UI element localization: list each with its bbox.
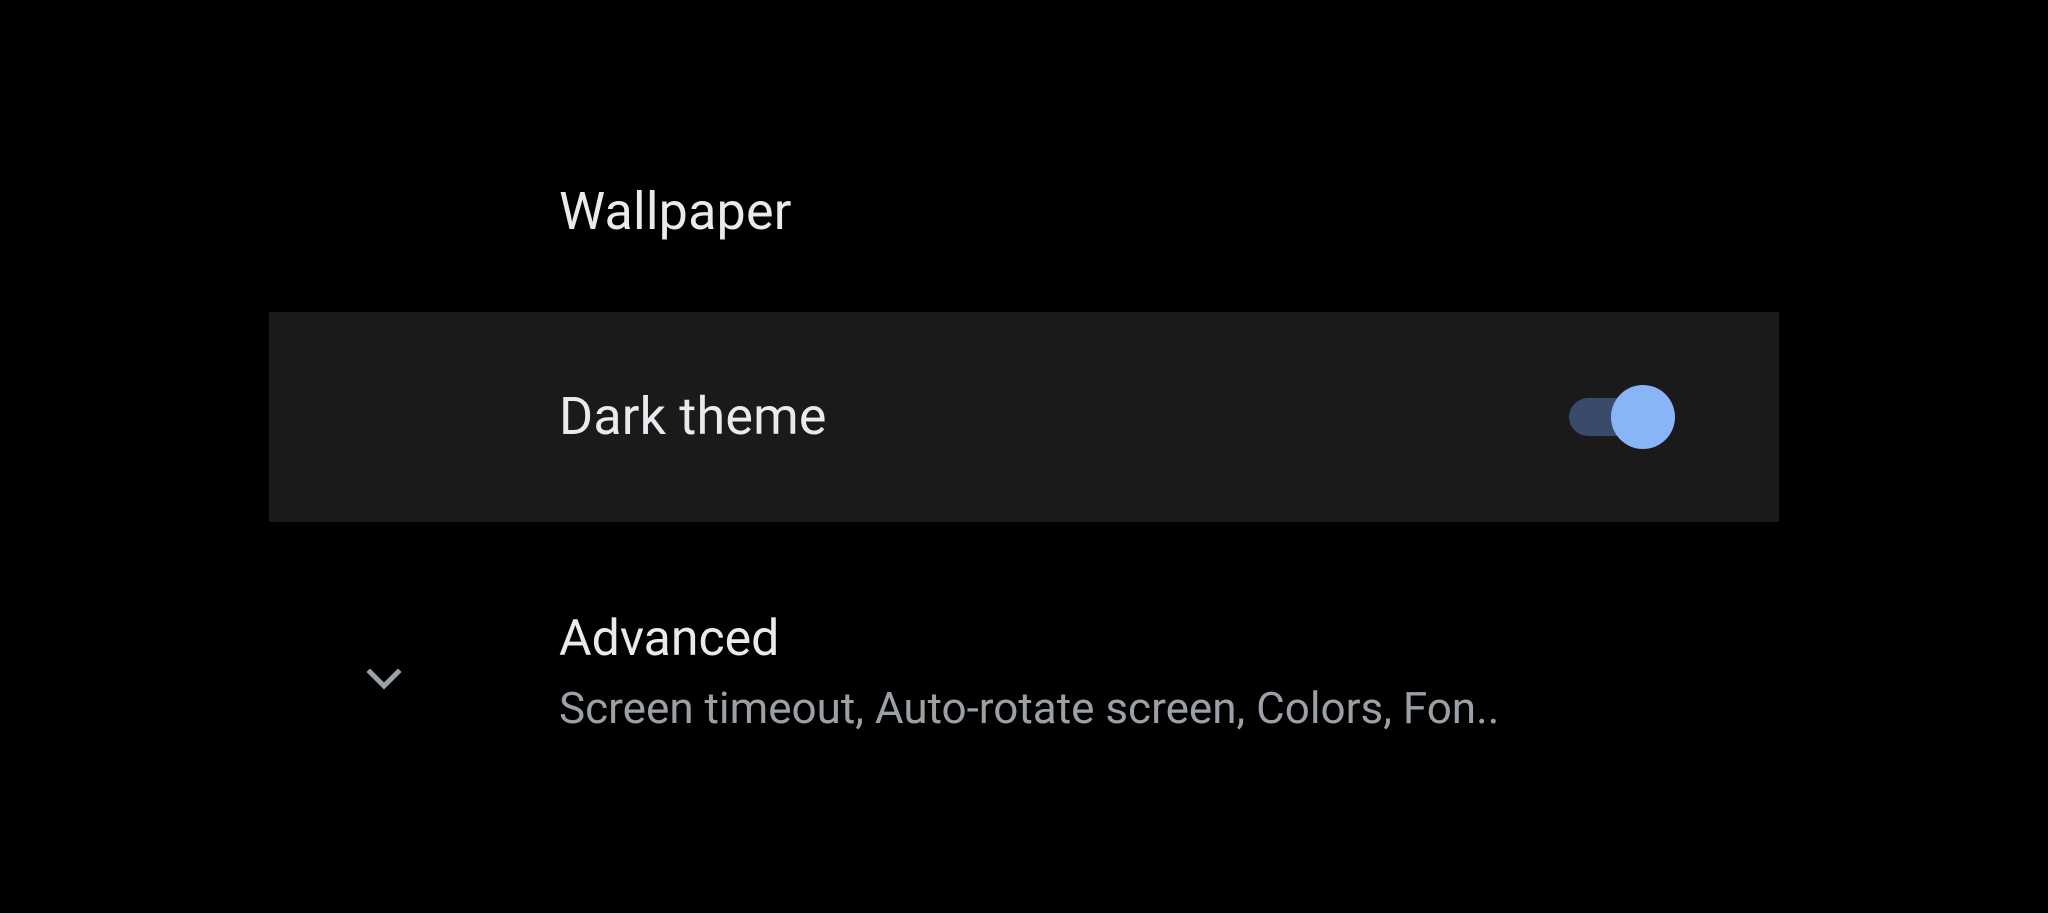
display-settings-panel: Wallpaper Dark theme Advanced Screen tim…	[269, 112, 1779, 802]
setting-label: Wallpaper	[559, 181, 792, 242]
setting-row-wallpaper[interactable]: Wallpaper	[269, 112, 1779, 312]
setting-summary: Screen timeout, Auto-rotate screen, Colo…	[559, 682, 1739, 734]
dark-theme-toggle[interactable]	[1569, 382, 1669, 452]
screen: Wallpaper Dark theme Advanced Screen tim…	[0, 0, 2048, 913]
setting-row-dark-theme[interactable]: Dark theme	[269, 312, 1779, 522]
setting-label: Advanced	[559, 610, 1739, 668]
chevron-down-icon	[354, 648, 414, 708]
advanced-text-block: Advanced Screen timeout, Auto-rotate scr…	[559, 570, 1739, 734]
toggle-thumb	[1611, 385, 1675, 449]
setting-label: Dark theme	[559, 386, 827, 447]
setting-row-advanced[interactable]: Advanced Screen timeout, Auto-rotate scr…	[269, 522, 1779, 782]
